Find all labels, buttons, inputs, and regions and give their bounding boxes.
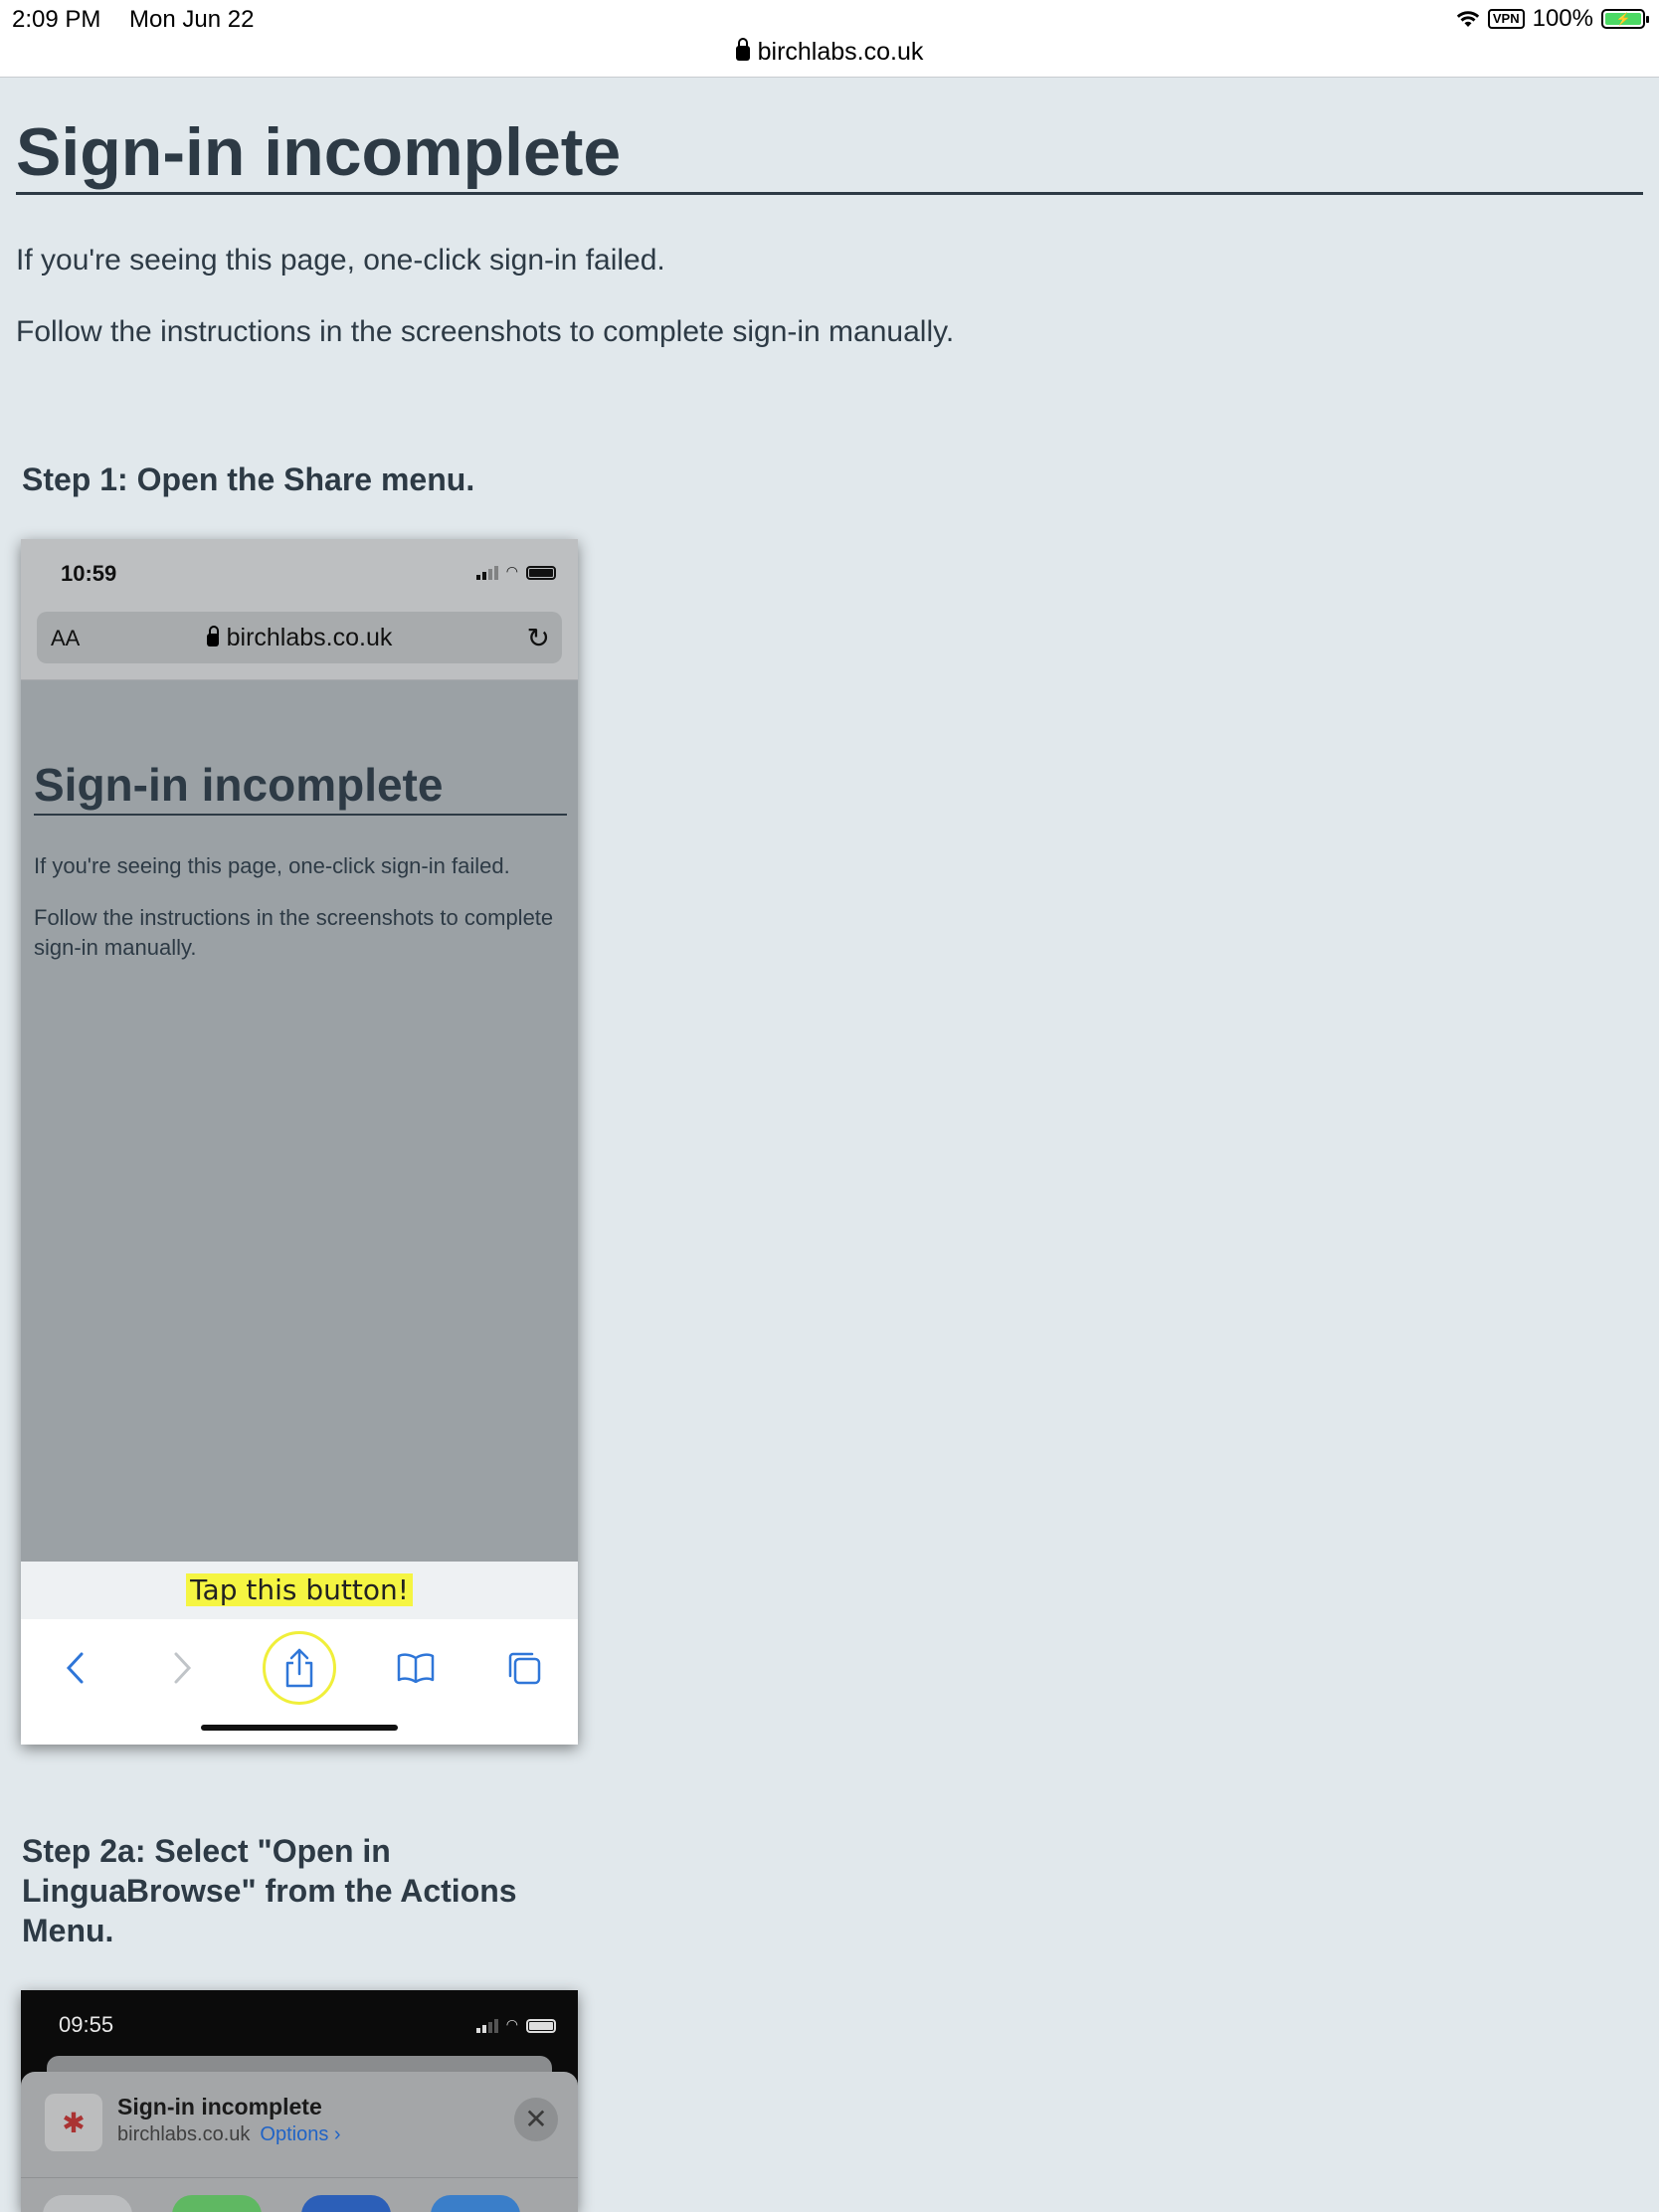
vpn-badge: VPN — [1487, 9, 1525, 29]
app-icon — [43, 2195, 132, 2212]
reload-icon: ↻ — [526, 623, 550, 653]
address-url: birchlabs.co.uk — [757, 38, 924, 66]
lock-icon — [735, 38, 750, 61]
battery-icon: ⚡ — [1601, 9, 1649, 29]
screenshot-status-icons: ◠ — [475, 563, 556, 580]
signal-icon — [475, 566, 498, 580]
status-date: Mon Jun 22 — [129, 6, 255, 33]
wifi-icon: ◠ — [505, 563, 518, 579]
home-indicator — [21, 1717, 578, 1745]
tabs-icon — [496, 1640, 552, 1696]
intro-paragraph: If you're seeing this page, one-click si… — [16, 244, 665, 276]
forward-icon — [155, 1640, 211, 1696]
instructions-paragraph: Follow the instructions in the screensho… — [16, 315, 955, 348]
battery-icon — [526, 566, 556, 580]
step-1-screenshot: 10:59 ◠ AA birchlabs.co.uk ↻ Sign-in inc… — [21, 539, 578, 1745]
lock-icon — [206, 626, 219, 646]
share-sheet-subtitle: birchlabs.co.uk Options › — [117, 2123, 341, 2145]
status-bar: 2:09 PM Mon Jun 22 VPN 100% ⚡ birchlabs.… — [0, 0, 1659, 78]
signal-icon — [475, 2019, 498, 2033]
mail-app-icon — [301, 2195, 391, 2212]
address-bar[interactable]: birchlabs.co.uk — [0, 38, 1659, 67]
messages-app-icon — [172, 2195, 262, 2212]
screenshot-paragraph-2: Follow the instructions in the screensho… — [34, 905, 554, 960]
screenshot-browser-header: 10:59 ◠ AA birchlabs.co.uk ↻ — [21, 539, 578, 680]
share-sheet-title: Sign-in incomplete — [117, 2094, 322, 2120]
page-title: Sign-in incomplete — [16, 114, 622, 190]
tap-tip-label: Tap this button! — [186, 1573, 413, 1606]
status-indicators: VPN 100% ⚡ — [1456, 5, 1649, 33]
bookmarks-icon — [388, 1640, 444, 1696]
status-time: 2:09 PM — [12, 6, 101, 33]
tap-tip: Tap this button! — [21, 1562, 578, 1619]
wifi-icon — [1456, 11, 1480, 27]
battery-percent: 100% — [1532, 5, 1593, 32]
step-2a-screenshot: 09:55 ◠ ✱ Sign-in incomplete birchlabs.c… — [21, 1990, 578, 2212]
share-sheet-header: ✱ Sign-in incomplete birchlabs.co.uk Opti… — [21, 2072, 578, 2178]
screenshot-status-icons: ◠ — [475, 2016, 556, 2033]
site-thumbnail-icon: ✱ — [45, 2094, 102, 2151]
options-link: Options › — [260, 2123, 341, 2145]
screenshot-title-divider — [34, 814, 567, 816]
screenshot-toolbar — [21, 1619, 578, 1717]
screenshot-paragraph-1: If you're seeing this page, one-click si… — [34, 853, 510, 878]
screenshot-time: 09:55 — [59, 2012, 114, 2037]
step-2a-heading: Step 2a: Select "Open in LinguaBrowse" f… — [22, 1833, 517, 1948]
app-icon — [431, 2195, 520, 2212]
share-sheet: ✱ Sign-in incomplete birchlabs.co.uk Opti… — [21, 2072, 578, 2212]
step-1-heading: Step 1: Open the Share menu. — [22, 461, 475, 497]
screenshot-title: Sign-in incomplete — [34, 759, 444, 811]
wifi-icon: ◠ — [505, 2016, 518, 2032]
title-divider — [16, 192, 1643, 195]
screenshot-time: 10:59 — [61, 561, 117, 586]
screenshot-url-bar: AA birchlabs.co.uk ↻ — [37, 612, 562, 663]
back-icon — [47, 1640, 102, 1696]
close-icon: ✕ — [514, 2098, 558, 2141]
battery-icon — [526, 2019, 556, 2033]
screenshot-url: birchlabs.co.uk — [37, 624, 562, 652]
share-app-row — [21, 2195, 578, 2212]
share-icon — [262, 1631, 336, 1705]
